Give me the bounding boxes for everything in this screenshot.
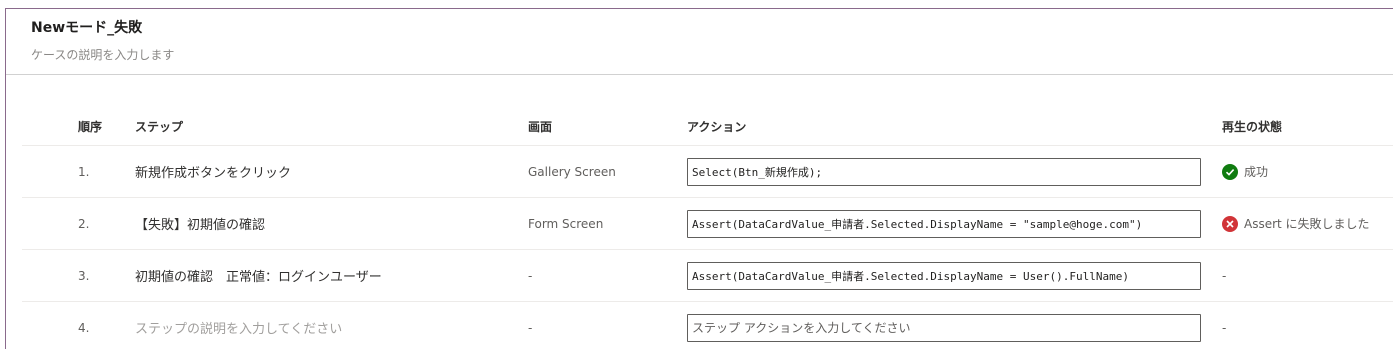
row-order: 4.	[78, 320, 90, 335]
column-header-step: ステップ	[135, 119, 184, 134]
row-screen: Form Screen	[528, 216, 604, 231]
test-case-header: Newモード_失敗 ケースの説明を入力します	[6, 9, 1393, 75]
column-header-order: 順序	[78, 119, 103, 134]
row-action-input[interactable]: Select(Btn_新規作成);	[687, 157, 1201, 186]
row-screen: -	[528, 268, 533, 283]
row-step-description-input[interactable]: ステップの説明を入力してください	[135, 302, 342, 353]
row-step-description[interactable]: 初期値の確認 正常値：ログインユーザー	[135, 250, 382, 301]
row-status-text: 成功	[1244, 165, 1269, 179]
row-action-input[interactable]: ステップ アクションを入力してください	[687, 313, 1201, 342]
table-row[interactable]: 3. 初期値の確認 正常値：ログインユーザー - Assert(DataCard…	[22, 250, 1393, 302]
row-status-text: -	[1222, 320, 1227, 335]
table-row[interactable]: 2. 【失敗】初期値の確認 Form Screen Assert(DataCar…	[22, 198, 1393, 250]
test-case-title[interactable]: Newモード_失敗	[31, 17, 142, 37]
row-action-input[interactable]: Assert(DataCardValue_申請者.Selected.Displa…	[687, 209, 1201, 238]
test-case-description-input[interactable]: ケースの説明を入力します	[31, 46, 174, 63]
test-case-panel: Newモード_失敗 ケースの説明を入力します 順序 ステップ 画面 アクション …	[5, 8, 1393, 349]
test-steps-table: 順序 ステップ 画面 アクション 再生の状態 1. 新規作成ボタンをクリック G…	[22, 107, 1393, 353]
check-circle-icon	[1222, 163, 1238, 180]
column-header-status: 再生の状態	[1222, 119, 1283, 134]
row-order: 2.	[78, 216, 90, 231]
table-row[interactable]: 1. 新規作成ボタンをクリック Gallery Screen Select(Bt…	[22, 146, 1393, 198]
row-step-description[interactable]: 新規作成ボタンをクリック	[135, 146, 291, 197]
column-header-action: アクション	[687, 119, 747, 134]
row-status-text: Assert に失敗しました	[1244, 217, 1370, 231]
row-status-text: -	[1222, 268, 1227, 283]
row-status: Assert に失敗しました	[1222, 215, 1370, 232]
error-circle-icon	[1222, 215, 1238, 232]
row-order: 1.	[78, 164, 90, 179]
table-header-row: 順序 ステップ 画面 アクション 再生の状態	[22, 107, 1393, 146]
row-status: 成功	[1222, 163, 1268, 180]
column-header-screen: 画面	[528, 119, 553, 134]
row-order: 3.	[78, 268, 90, 283]
row-action-input[interactable]: Assert(DataCardValue_申請者.Selected.Displa…	[687, 261, 1201, 290]
row-step-description[interactable]: 【失敗】初期値の確認	[135, 198, 265, 249]
row-screen: Gallery Screen	[528, 164, 616, 179]
row-screen: -	[528, 320, 533, 335]
table-row[interactable]: 4. ステップの説明を入力してください - ステップ アクションを入力してくださ…	[22, 302, 1393, 353]
